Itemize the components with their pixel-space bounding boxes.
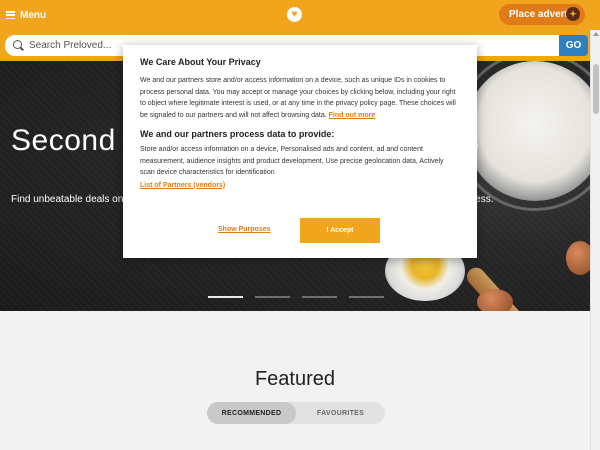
find-out-more-link[interactable]: Find out more xyxy=(329,112,376,119)
show-purposes-button[interactable]: Show Purposes xyxy=(218,226,271,233)
consent-actions: Show Purposes I Accept xyxy=(123,218,477,244)
accept-button[interactable]: I Accept xyxy=(300,218,380,243)
consent-body: We and our partners store and/or access … xyxy=(140,75,460,121)
consent-subtitle: We and our partners process data to prov… xyxy=(140,129,335,139)
consent-overlay: We Care About Your Privacy We and our pa… xyxy=(0,0,600,450)
consent-purposes: Store and/or access information on a dev… xyxy=(140,146,444,176)
consent-dialog: We Care About Your Privacy We and our pa… xyxy=(123,45,477,258)
consent-title: We Care About Your Privacy xyxy=(140,57,261,67)
partners-link[interactable]: List of Partners (vendors) xyxy=(140,182,460,189)
consent-body-text: We and our partners store and/or access … xyxy=(140,77,456,119)
